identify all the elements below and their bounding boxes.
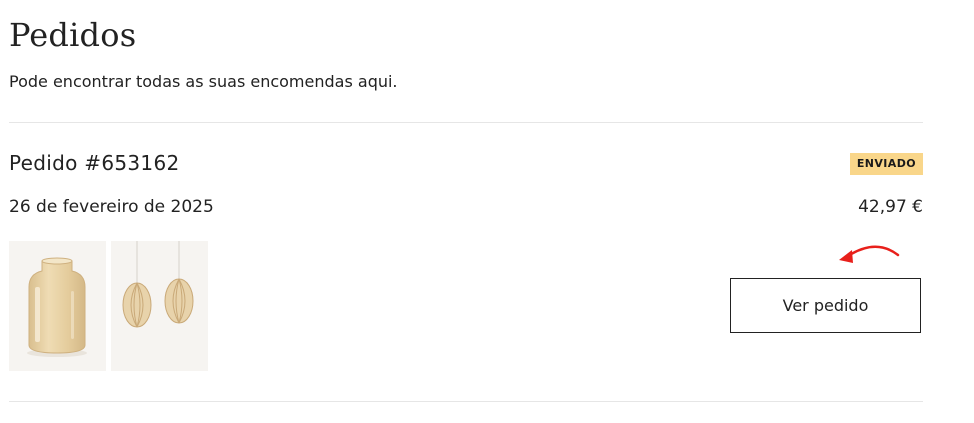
- product-image-wooden-ornaments[interactable]: [111, 241, 208, 371]
- order-total: 42,97 €: [858, 197, 923, 217]
- page-title: Pedidos: [9, 16, 137, 54]
- status-badge: ENVIADO: [849, 153, 923, 175]
- order-number: Pedido #653162: [9, 151, 180, 175]
- product-image-glass-vase[interactable]: [9, 241, 106, 371]
- red-arrow-icon: [839, 245, 900, 263]
- divider: [9, 122, 923, 123]
- view-order-button[interactable]: Ver pedido: [730, 278, 921, 333]
- glass-vase-illustration: [27, 257, 87, 357]
- page-subtitle: Pode encontrar todas as suas encomendas …: [9, 72, 398, 91]
- divider: [9, 401, 923, 402]
- order-date: 26 de fevereiro de 2025: [9, 197, 214, 217]
- wooden-ornaments-illustration: [122, 241, 194, 328]
